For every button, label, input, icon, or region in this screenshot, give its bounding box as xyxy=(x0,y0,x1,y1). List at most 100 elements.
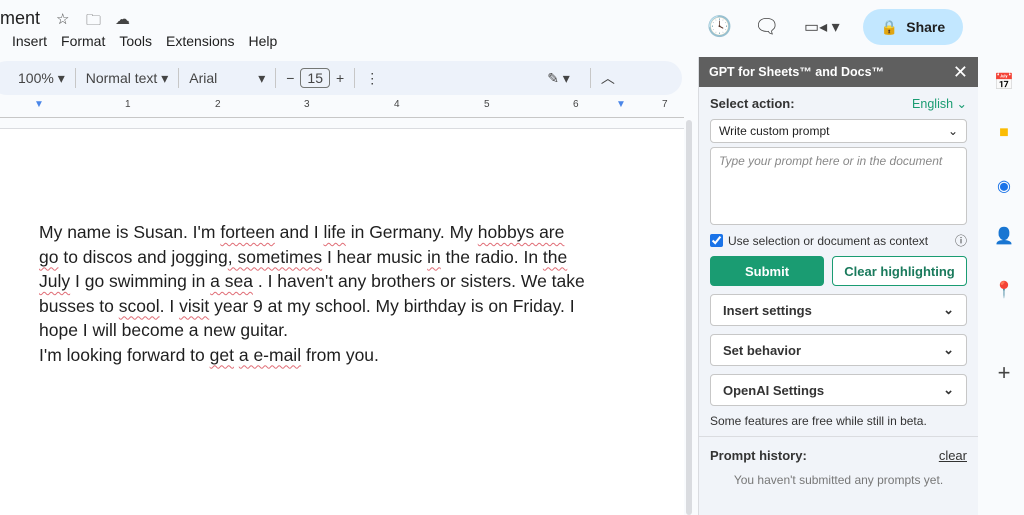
lock-icon: 🔒 xyxy=(880,18,899,35)
menu-format[interactable]: Format xyxy=(61,33,105,49)
editing-mode-icon[interactable]: ✎ ▾ xyxy=(547,70,570,87)
increase-font-size-button[interactable]: + xyxy=(336,70,344,86)
spelling-error[interactable]: July xyxy=(39,271,70,291)
spelling-error[interactable]: the xyxy=(543,247,567,267)
document-line: go to discos and jogging, sometimes I he… xyxy=(39,245,585,270)
panel-title: GPT for Sheets™ and Docs™ xyxy=(709,65,885,79)
close-icon[interactable]: ✕ xyxy=(953,62,968,83)
spelling-error[interactable]: visit xyxy=(179,296,209,316)
share-label: Share xyxy=(906,19,946,35)
ruler-label: 5 xyxy=(484,99,490,110)
chevron-down-icon: ⌄ xyxy=(943,382,954,397)
document-line: busses to scool. I visit year 9 at my sc… xyxy=(39,294,585,319)
insert-settings-section[interactable]: Insert settings ⌄ xyxy=(710,294,967,326)
text-run: . I haven't any brothers or sisters. We … xyxy=(252,271,585,291)
spelling-error[interactable]: in xyxy=(427,247,441,267)
document-line: hope I will become a new guitar. xyxy=(39,318,585,343)
font-select[interactable]: Arial ▾ xyxy=(189,70,265,87)
spelling-error[interactable]: forteen xyxy=(220,222,274,242)
document-line: I'm looking forward to get a e-mail from… xyxy=(39,343,585,368)
decrease-font-size-button[interactable]: − xyxy=(286,70,294,86)
prompt-textarea[interactable]: Type your prompt here or in the document xyxy=(710,147,967,225)
add-addon-icon[interactable]: + xyxy=(985,360,1023,386)
version-history-icon[interactable]: 🕓 xyxy=(707,14,732,39)
keep-icon[interactable]: ■ xyxy=(985,124,1023,142)
spelling-error[interactable]: a sea xyxy=(210,271,253,291)
document-title[interactable]: ment xyxy=(0,8,40,29)
spelling-error[interactable]: , sometimes xyxy=(228,247,322,267)
text-run: and I xyxy=(274,222,324,242)
style-select[interactable]: Normal text ▾ xyxy=(86,70,169,87)
collapse-toolbar-icon[interactable]: ︿ xyxy=(601,68,615,88)
calendar-icon[interactable]: 📅 xyxy=(985,72,1023,92)
text-run: from you. xyxy=(301,344,379,365)
contacts-icon[interactable]: 👤 xyxy=(985,226,1023,246)
meet-icon[interactable]: ▭◂ ▾ xyxy=(804,17,840,37)
chevron-down-icon: ⌄ xyxy=(947,124,958,138)
menu-bar: Insert Format Tools Extensions Help xyxy=(12,33,277,49)
chevron-down-icon: ⌄ xyxy=(943,302,954,317)
language-select[interactable]: English ⌄ xyxy=(912,96,967,111)
ruler-label: 6 xyxy=(573,99,579,110)
clear-history-link[interactable]: clear xyxy=(939,448,967,463)
text-run: . I xyxy=(159,295,180,316)
spelling-error[interactable]: life xyxy=(323,222,345,242)
spelling-error[interactable]: go xyxy=(39,247,58,267)
zoom-select[interactable]: 100% ▾ xyxy=(18,70,65,87)
move-folder-icon[interactable]: 🗀 xyxy=(86,10,101,35)
cloud-status-icon[interactable]: ☁ xyxy=(115,10,130,28)
font-size-input[interactable]: 15 xyxy=(300,68,330,88)
style-value: Normal text xyxy=(85,69,158,86)
scrollbar[interactable] xyxy=(686,120,692,515)
document-line: July I go swimming in a sea . I haven't … xyxy=(39,269,585,294)
menu-insert[interactable]: Insert xyxy=(12,33,47,49)
comments-icon[interactable]: 🗨 xyxy=(754,14,779,39)
text-run: I'm looking forward to xyxy=(39,344,210,365)
menu-help[interactable]: Help xyxy=(249,33,278,49)
more-options-icon[interactable]: ⋮ xyxy=(365,70,379,87)
chevron-down-icon: ⌄ xyxy=(943,342,954,357)
menu-tools[interactable]: Tools xyxy=(119,33,152,49)
ruler-label: 2 xyxy=(215,99,221,110)
spelling-error[interactable]: scool xyxy=(119,296,160,316)
history-empty-text: You haven't submitted any prompts yet. xyxy=(733,473,944,487)
spelling-error[interactable]: a e-mail xyxy=(239,345,301,365)
star-icon[interactable]: ☆ xyxy=(56,10,69,28)
openai-settings-section[interactable]: OpenAI Settings ⌄ xyxy=(710,374,967,406)
submit-button[interactable]: Submit xyxy=(710,256,824,286)
ruler-label: 4 xyxy=(394,99,400,110)
toolbar: 100% ▾ Normal text ▾ Arial ▾ − 15 + ⋮ ✎ ▾… xyxy=(0,61,682,95)
ruler[interactable]: ▼ 1 2 3 4 5 6 ▼ 7 xyxy=(0,98,684,118)
ruler-label: 1 xyxy=(125,99,131,110)
section-label: Insert settings xyxy=(723,302,812,318)
set-behavior-section[interactable]: Set behavior ⌄ xyxy=(710,334,967,366)
right-indent-marker-icon[interactable]: ▼ xyxy=(616,99,626,110)
action-value: Write custom prompt xyxy=(719,124,830,138)
text-run: My name is Susan. I'm xyxy=(39,222,221,242)
tasks-icon[interactable]: ◉ xyxy=(985,176,1023,196)
document-line: My name is Susan. I'm forteen and I life… xyxy=(39,220,585,245)
text-run: I hear music xyxy=(322,246,428,267)
share-button[interactable]: 🔒 Share xyxy=(863,9,963,45)
action-select[interactable]: Write custom prompt ⌄ xyxy=(710,119,967,143)
text-run: I go swimming in xyxy=(70,271,211,291)
prompt-history-label: Prompt history: xyxy=(710,448,807,463)
select-action-label: Select action: xyxy=(710,96,795,111)
gpt-sidebar: GPT for Sheets™ and Docs™ ✕ Select action… xyxy=(698,57,978,515)
language-value: English xyxy=(912,97,954,111)
text-run: to discos and jogging xyxy=(58,246,228,267)
indent-marker-icon[interactable]: ▼ xyxy=(34,99,44,110)
info-icon[interactable]: ⓘ xyxy=(955,232,967,249)
section-label: Set behavior xyxy=(723,342,802,358)
menu-extensions[interactable]: Extensions xyxy=(166,33,234,49)
spelling-error[interactable]: hobbys are xyxy=(478,222,565,242)
section-label: OpenAI Settings xyxy=(723,382,825,398)
font-value: Arial xyxy=(189,69,218,86)
document-body[interactable]: My name is Susan. I'm forteen and I life… xyxy=(39,220,585,367)
clear-highlighting-button[interactable]: Clear highlighting xyxy=(832,256,967,286)
spelling-error[interactable]: get xyxy=(210,345,234,365)
beta-note: Some features are free while still in be… xyxy=(710,414,927,428)
context-checkbox[interactable] xyxy=(710,234,723,247)
text-run: the radio. In xyxy=(440,246,543,267)
maps-icon[interactable]: 📍 xyxy=(985,280,1023,300)
